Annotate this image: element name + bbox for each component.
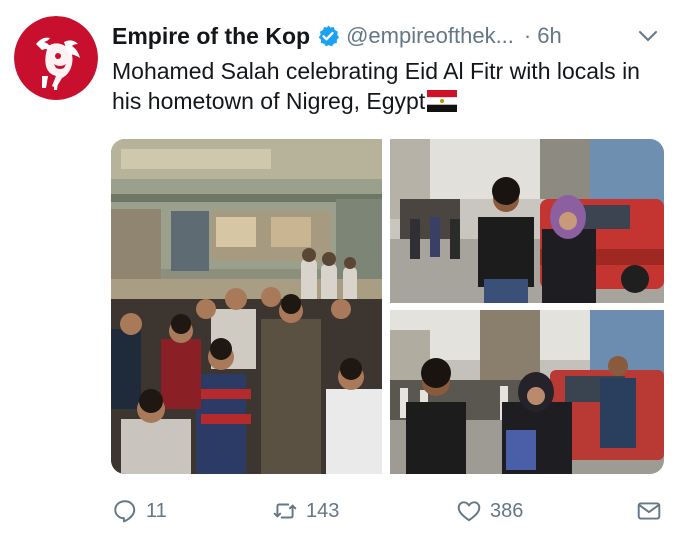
display-name[interactable]: Empire of the Kop [112, 23, 310, 50]
reply-button[interactable]: 11 [112, 498, 167, 524]
avatar[interactable] [14, 16, 98, 100]
share-icon [637, 502, 661, 520]
tweet-text: Mohamed Salah celebrating Eid Al Fitr wi… [112, 56, 672, 116]
tweet[interactable]: Empire of the Kop @empireofthek... · 6h … [0, 0, 680, 550]
direct-message-button[interactable] [636, 498, 670, 524]
action-bar: 11 143 386 [112, 496, 668, 526]
handle[interactable]: @empireofthek... [346, 23, 514, 49]
photo-salah-woman[interactable] [390, 139, 664, 303]
timestamp[interactable]: 6h [537, 23, 561, 49]
media-grid [111, 139, 664, 474]
reply-icon [114, 500, 136, 523]
retweet-button[interactable]: 143 [272, 498, 339, 524]
photo-salah-crowd[interactable] [390, 310, 664, 474]
like-count: 386 [490, 499, 524, 522]
heart-icon [457, 501, 481, 522]
separator-dot: · [523, 23, 532, 48]
retweet-count: 143 [306, 499, 340, 522]
egypt-flag-icon [427, 89, 458, 112]
retweet-icon [273, 503, 297, 519]
chevron-down-icon[interactable] [636, 24, 660, 48]
reply-count: 11 [146, 499, 167, 522]
tweet-text-content: Mohamed Salah celebrating Eid Al Fitr wi… [112, 58, 640, 114]
liver-bird-logo [14, 16, 98, 100]
tweet-header: Empire of the Kop @empireofthek... · 6h [112, 20, 672, 52]
photo-crowd[interactable] [111, 139, 382, 474]
like-button[interactable]: 386 [456, 498, 523, 524]
verified-icon [316, 24, 340, 48]
